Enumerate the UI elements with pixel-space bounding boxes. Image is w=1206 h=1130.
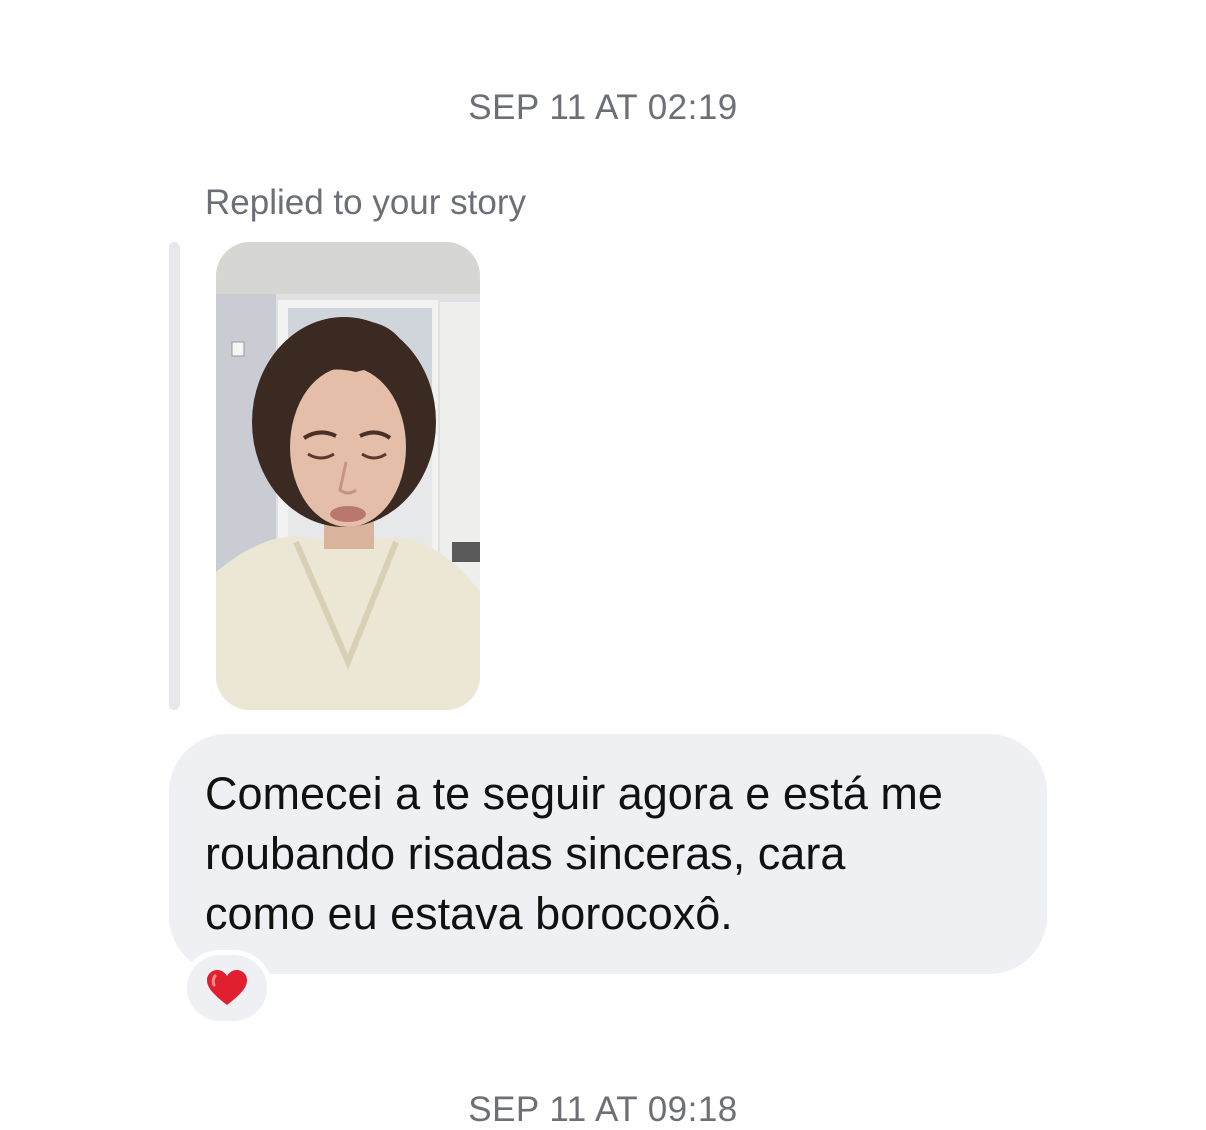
message-timestamp: SEP 11 AT 02:19	[468, 88, 738, 127]
message-timestamp: SEP 11 AT 09:18	[468, 1090, 738, 1129]
story-thumbnail[interactable]	[216, 242, 480, 710]
reaction-badge[interactable]	[182, 950, 272, 1026]
reply-indicator-bar	[169, 242, 180, 710]
story-reply-label: Replied to your story	[205, 183, 526, 222]
heart-icon	[207, 970, 247, 1005]
message-bubble[interactable]: Comecei a te seguir agora e está me roub…	[169, 734, 1047, 974]
story-image	[216, 242, 480, 710]
message-text: Comecei a te seguir agora e está me roub…	[205, 768, 943, 939]
